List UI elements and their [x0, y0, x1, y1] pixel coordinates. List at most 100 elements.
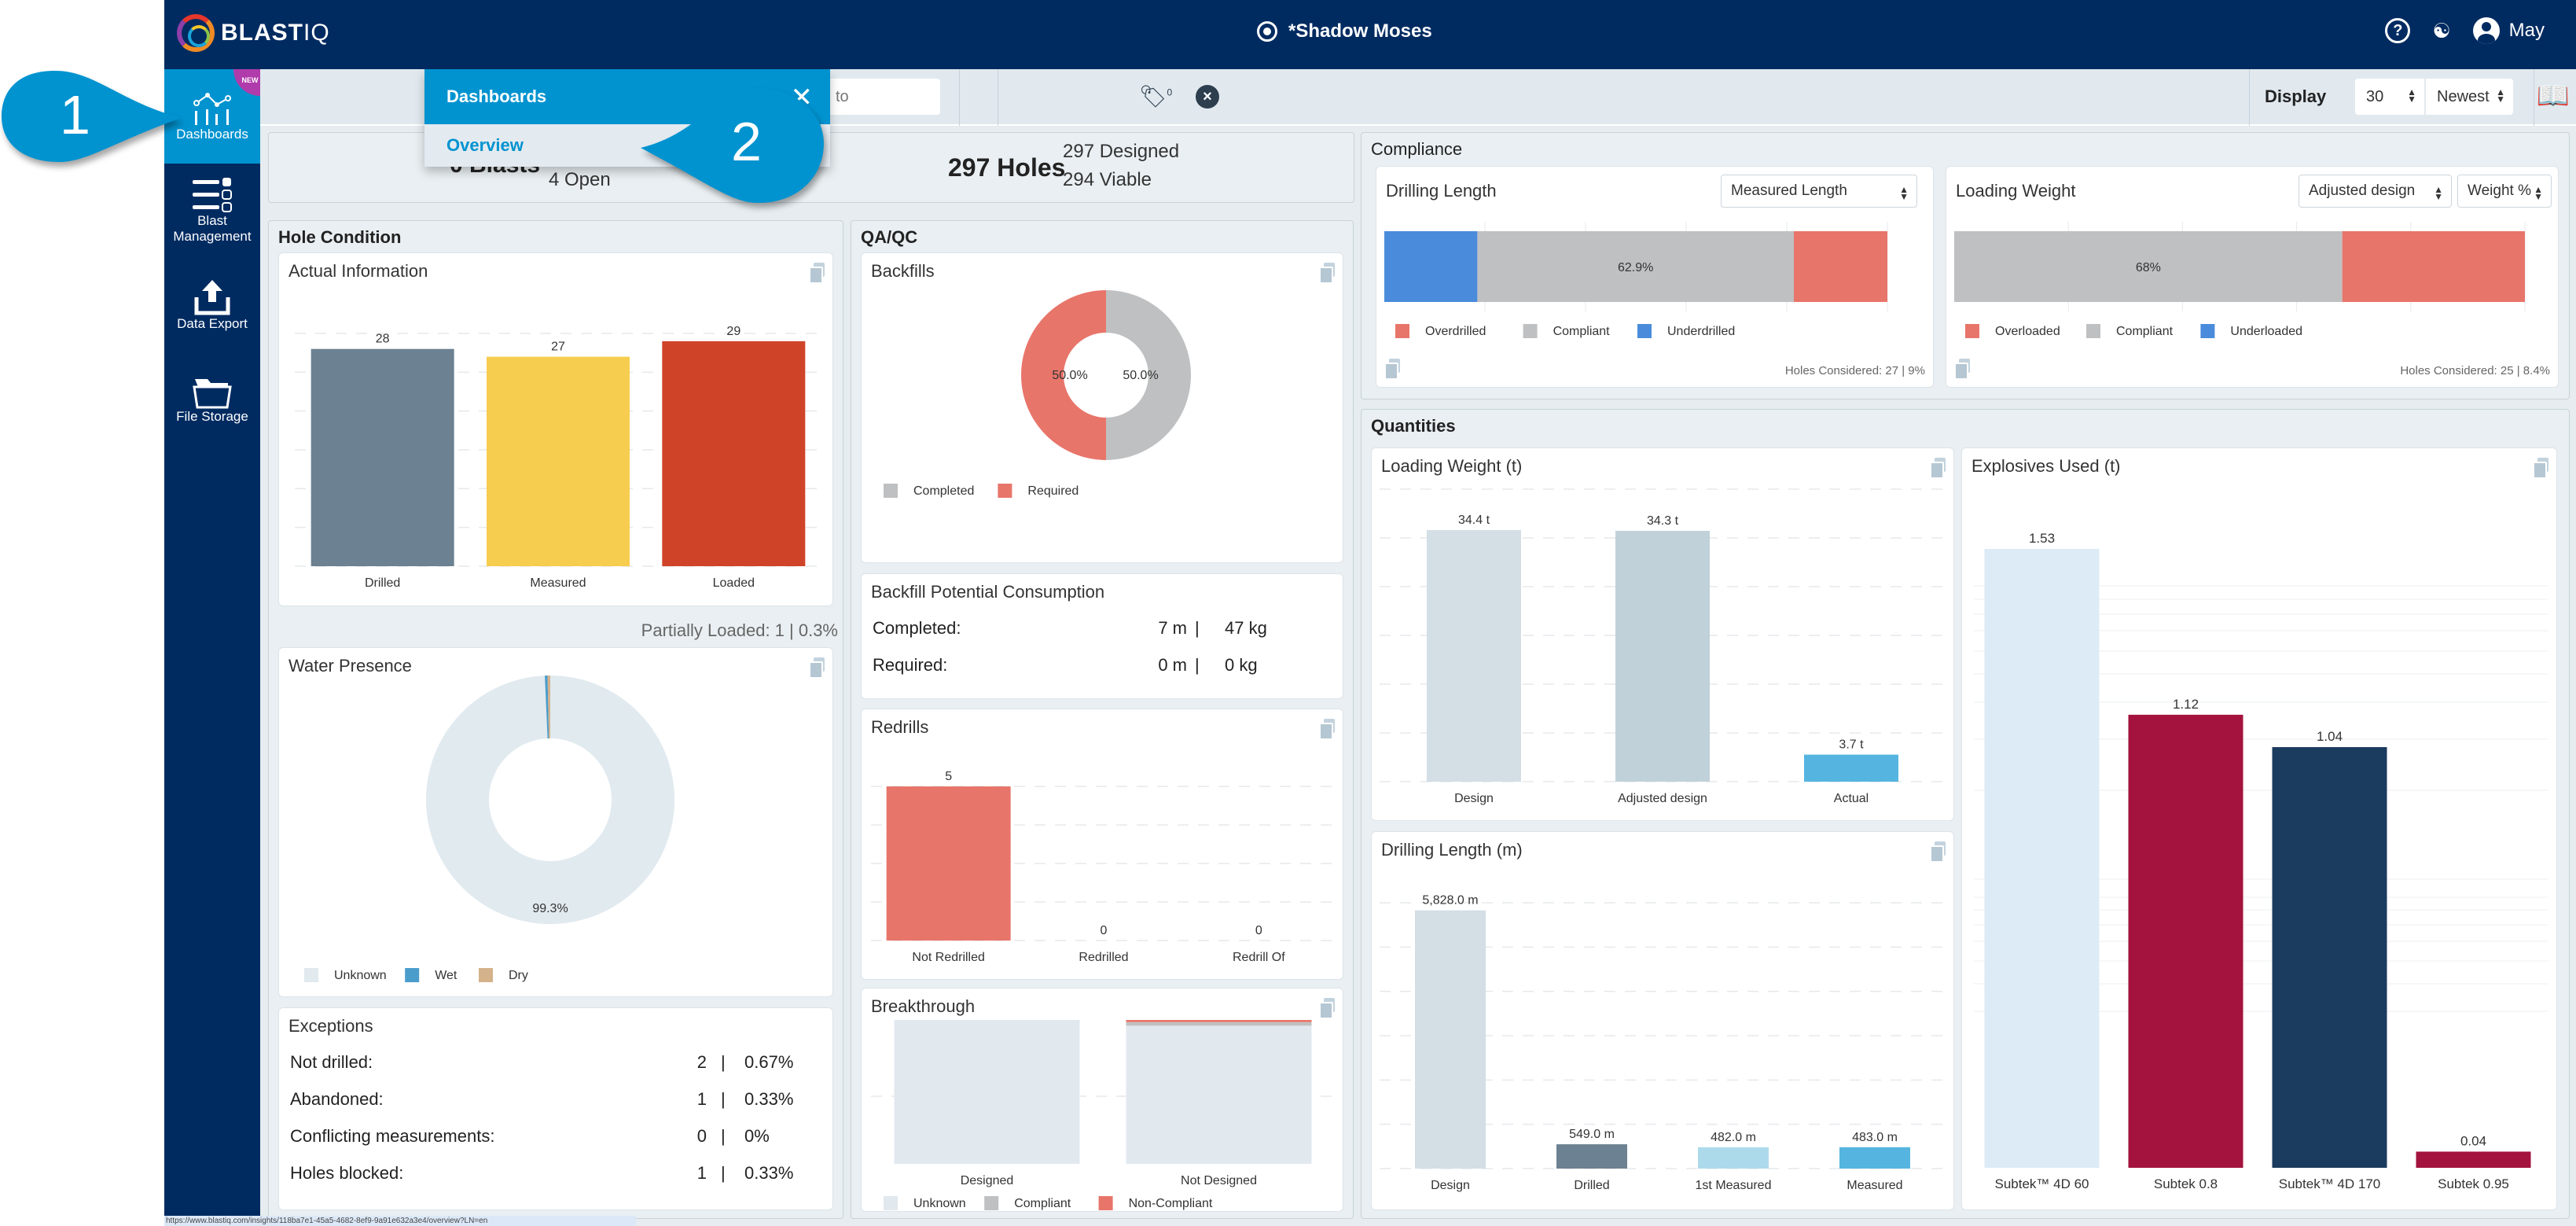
data-label: 27 [551, 341, 565, 354]
data-label: 29 [726, 325, 740, 338]
legend-label: Required [1027, 484, 1079, 498]
card-title: Exceptions [288, 1016, 373, 1036]
clear-filters-icon[interactable]: × [1196, 85, 1219, 109]
bar-actual [1804, 754, 1898, 782]
tag-icon: 🏷 [1139, 84, 1167, 109]
brand-bold: BLAST [221, 20, 303, 46]
sidebar-item-label: Data Export [177, 316, 248, 331]
logo-ring-icon [177, 14, 215, 52]
date-to-input[interactable]: to [826, 79, 940, 115]
exception-count: 2 [696, 1052, 707, 1072]
category-label: Drilled [365, 576, 400, 590]
display-count-value: 30 [2366, 87, 2384, 105]
separator: | [721, 1163, 726, 1183]
loading-weight-compliance-chart: 68% Overloaded Compliant Underloaded [1954, 222, 2526, 338]
user-menu[interactable]: May [2472, 17, 2545, 44]
category-label: Designed [961, 1174, 1014, 1187]
legend-label: Overloaded [1995, 325, 2060, 338]
display-label: Display [2265, 87, 2327, 106]
loading-weight-compliance-card: Loading Weight Adjusted design ▲ ▼ Weight … [1946, 166, 2559, 388]
data-label: 1.12 [2173, 697, 2199, 712]
explosives-used-chart: 1.53 Subtek™ 4D 60 1.12 Subtek 0.8 1.04 Subte… [1974, 531, 2548, 1191]
exception-percent: 0.67% [744, 1052, 794, 1072]
card-title: Backfill Potential Consumption [871, 582, 1105, 602]
consumption-row: Required: 0 m | 0 kg [873, 655, 1332, 679]
data-label: 549.0 m [1569, 1128, 1615, 1141]
legend-swatch [304, 968, 318, 982]
app-window: BLASTIQ *Shadow Moses ? ☯ May Dashboards… [164, 0, 2576, 1226]
consumption-weight: 0 kg [1225, 655, 1258, 675]
feedback-icon[interactable]: ☯ [2432, 19, 2450, 43]
folder-open-icon [193, 379, 232, 409]
data-label: 5 [945, 770, 952, 783]
legend-swatch [1523, 324, 1538, 338]
exception-label: Conflicting measurements: [290, 1126, 495, 1146]
explosives-used-card: Explosives Used (t) 1.53 Subtek™ 4D 60 1.1… [1961, 447, 2557, 1210]
toolbar-divider [2249, 69, 2250, 126]
bar-subtek-0-8 [2128, 714, 2243, 1168]
data-label: 34.4 t [1458, 514, 1490, 527]
legend-swatch [1395, 324, 1409, 338]
drilling-length-compliance-card: Drilling Length Measured Length ▲ ▼ 62.9% O… [1376, 166, 1934, 388]
blastiq-logo[interactable]: BLASTIQ [177, 14, 330, 52]
sidebar-item-file-storage[interactable]: File Storage [164, 352, 260, 447]
category-label: Redrill Of [1233, 951, 1285, 964]
holes-considered: Holes Considered: 25 | 8.4% [2400, 364, 2550, 377]
user-name: May [2508, 20, 2545, 41]
legend-label: Overdrilled [1425, 325, 1486, 338]
tag-filter-button[interactable]: 🏷0 [1139, 83, 1172, 109]
drilling-length-qty-chart: 5,828.0 m Design 549.0 m Drilled 482.0 m 1st … [1380, 894, 1946, 1192]
legend-swatch [998, 484, 1012, 498]
sidebar-item-blast-management[interactable]: Blast Management [164, 164, 260, 258]
consumption-length: 7 m [1158, 618, 1187, 638]
consumption-row: Completed: 7 m | 47 kg [873, 618, 1332, 642]
bar-subtek-4d-170 [2272, 747, 2387, 1168]
designed-count: 297 Designed [1063, 141, 1180, 162]
exception-count: 1 [696, 1089, 707, 1109]
site-selector[interactable]: *Shadow Moses [1257, 20, 1432, 42]
separator: | [721, 1089, 726, 1109]
data-label: 0.04 [2460, 1133, 2486, 1148]
data-label: 5,828.0 m [1422, 894, 1478, 908]
partially-loaded-note: Partially Loaded: 1 | 0.3% [641, 620, 838, 640]
compliance-section: Compliance Drilling Length Measured Leng… [1361, 132, 2570, 399]
holes-considered: Holes Considered: 27 | 9% [1784, 364, 1925, 377]
data-label: 0 [1255, 924, 1262, 937]
consumption-weight: 47 kg [1225, 618, 1267, 638]
list-management-icon [193, 178, 232, 212]
guide-book-icon[interactable]: 📖 [2537, 80, 2570, 112]
bar-segment-unknown [1126, 1025, 1312, 1164]
legend-label: Unknown [913, 1197, 966, 1210]
help-circle-icon[interactable]: ? [2385, 18, 2411, 43]
tag-count: 0 [1167, 87, 1173, 98]
legend-swatch [479, 968, 493, 982]
sidebar-item-data-export[interactable]: Data Export [164, 258, 260, 352]
location-target-icon [1257, 21, 1277, 42]
hole-condition-section: Hole Condition Actual Information 28 Dril… [268, 220, 843, 1219]
copy-icon[interactable] [1384, 359, 1400, 380]
data-label: 1.04 [2317, 729, 2343, 744]
legend-label: Underdrilled [1667, 325, 1735, 338]
bar-segment-non-compliant [1126, 1020, 1312, 1022]
separator: | [1195, 655, 1200, 675]
display-count-select[interactable]: 30 ▲ ▼ [2355, 79, 2424, 115]
exception-row: Abandoned: 1 | 0.33% [290, 1089, 821, 1113]
callout-1-shape [2, 71, 181, 162]
separator: | [1195, 618, 1200, 638]
bar-adjusted-design [1615, 531, 1710, 782]
category-label: Subtek 0.95 [2438, 1176, 2509, 1191]
exception-count: 1 [696, 1163, 707, 1183]
bar-1st-measured [1698, 1147, 1769, 1169]
data-label: 3.7 t [1839, 738, 1864, 752]
category-label: Redrilled [1079, 951, 1128, 964]
bar-measured [487, 356, 630, 566]
display-sort-select[interactable]: Newest ▲ ▼ [2425, 79, 2513, 115]
display-sort-value: Newest [2437, 87, 2490, 105]
sidebar-item-label: Blast Management [173, 213, 252, 244]
drilling-length-compliance-chart: 62.9% Overdrilled Compliant Underdrilled [1384, 222, 1888, 338]
data-label: 28 [376, 333, 390, 346]
site-name: *Shadow Moses [1288, 20, 1432, 42]
exception-percent: 0.33% [744, 1089, 794, 1109]
segment-underdrilled [1384, 231, 1478, 302]
copy-icon[interactable] [1954, 359, 1970, 380]
